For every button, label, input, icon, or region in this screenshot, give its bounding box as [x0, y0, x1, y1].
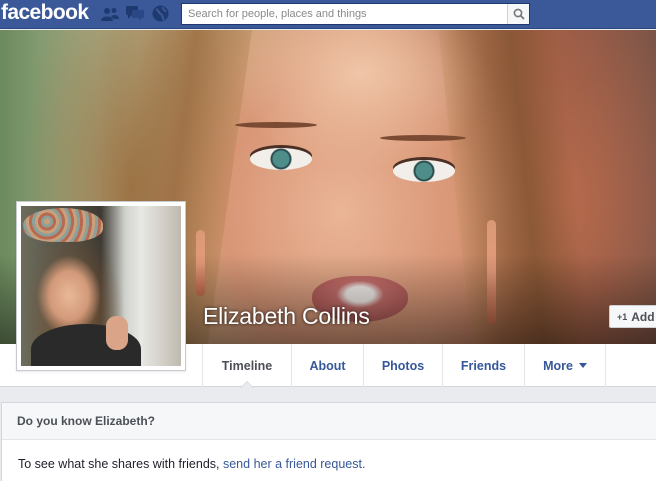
- tab-more[interactable]: More: [524, 344, 606, 387]
- do-you-know-box: Do you know Elizabeth? To see what she s…: [1, 402, 656, 481]
- search-button[interactable]: [507, 4, 529, 24]
- profile-picture[interactable]: [16, 201, 186, 371]
- add-friend-icon: +1: [617, 311, 628, 322]
- avatar: [21, 206, 181, 366]
- tab-photos[interactable]: Photos: [363, 344, 442, 387]
- search-input[interactable]: [182, 4, 507, 24]
- add-friend-label: Add: [631, 309, 655, 324]
- tab-timeline[interactable]: Timeline: [202, 344, 291, 388]
- add-friend-button[interactable]: +1 Add: [609, 305, 656, 328]
- search-bar: [181, 3, 530, 25]
- messages-icon[interactable]: [126, 5, 144, 22]
- tab-about[interactable]: About: [291, 344, 363, 387]
- search-icon: [513, 8, 525, 20]
- chevron-down-icon: [578, 363, 587, 368]
- top-bar: facebook: [0, 0, 656, 29]
- tab-friends[interactable]: Friends: [442, 344, 524, 387]
- do-you-know-text: To see what she shares with friends, sen…: [18, 457, 366, 471]
- notifications-globe-icon[interactable]: [151, 5, 169, 22]
- send-friend-request-link[interactable]: send her a friend request.: [223, 457, 365, 471]
- friend-requests-icon[interactable]: [101, 5, 119, 22]
- facebook-logo[interactable]: facebook: [1, 1, 89, 25]
- profile-name[interactable]: Elizabeth Collins: [203, 303, 370, 330]
- do-you-know-title: Do you know Elizabeth?: [2, 403, 656, 440]
